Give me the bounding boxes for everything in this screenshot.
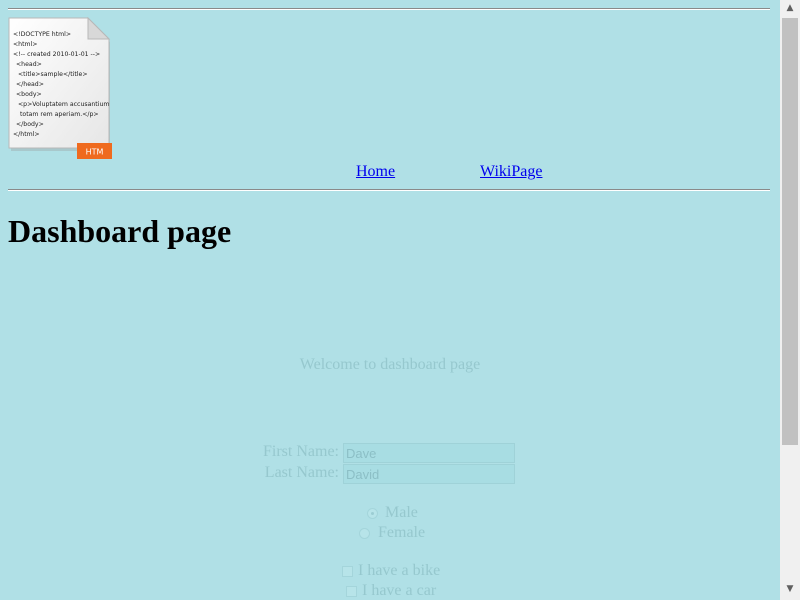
first-name-label: First Name:	[263, 443, 339, 460]
scroll-down-icon[interactable]: ▼	[780, 581, 800, 598]
page: <!DOCTYPE html> <html> <!-- created 2010…	[0, 0, 780, 600]
nav-divider	[8, 189, 770, 191]
logo-line: <body>	[16, 91, 42, 98]
welcome-message: Welcome to dashboard page	[299, 356, 481, 373]
bike-checkbox[interactable]	[342, 566, 353, 577]
female-radio[interactable]	[359, 528, 370, 539]
top-divider	[8, 8, 770, 10]
logo-line: </body>	[16, 121, 44, 128]
logo-line: totam rem aperiam.</p>	[20, 111, 99, 118]
nav-wikipage-link[interactable]: WikiPage	[480, 163, 542, 181]
first-name-field[interactable]	[343, 443, 515, 463]
last-name-field[interactable]	[343, 464, 515, 484]
logo-line: <!-- created 2010-01-01 -->	[13, 51, 100, 58]
logo-line: <title>sample</title>	[18, 71, 88, 78]
scroll-up-icon[interactable]: ▲	[780, 0, 800, 17]
html-file-icon: <!DOCTYPE html> <html> <!-- created 2010…	[8, 17, 112, 159]
logo-line: </html>	[13, 131, 40, 138]
bike-label: I have a bike	[358, 562, 441, 579]
car-label: I have a car	[362, 582, 437, 599]
logo-line: <html>	[13, 41, 37, 48]
logo-line: <!DOCTYPE html>	[13, 31, 71, 38]
male-label: Male	[385, 504, 418, 521]
logo-line: </head>	[16, 81, 44, 88]
car-checkbox[interactable]	[346, 586, 357, 597]
vertical-scrollbar[interactable]: ▲ ▼	[780, 0, 800, 600]
male-radio[interactable]	[367, 508, 378, 519]
logo-line: <head>	[16, 61, 42, 68]
page-title: Dashboard page	[8, 213, 232, 249]
nav-home-link[interactable]: Home	[356, 163, 395, 181]
logo-line: <p>Voluptatem accusantium	[18, 101, 109, 108]
htm-badge-label: HTM	[86, 148, 104, 157]
last-name-label: Last Name:	[264, 464, 339, 481]
female-label: Female	[378, 524, 426, 541]
scroll-thumb[interactable]	[782, 18, 798, 445]
